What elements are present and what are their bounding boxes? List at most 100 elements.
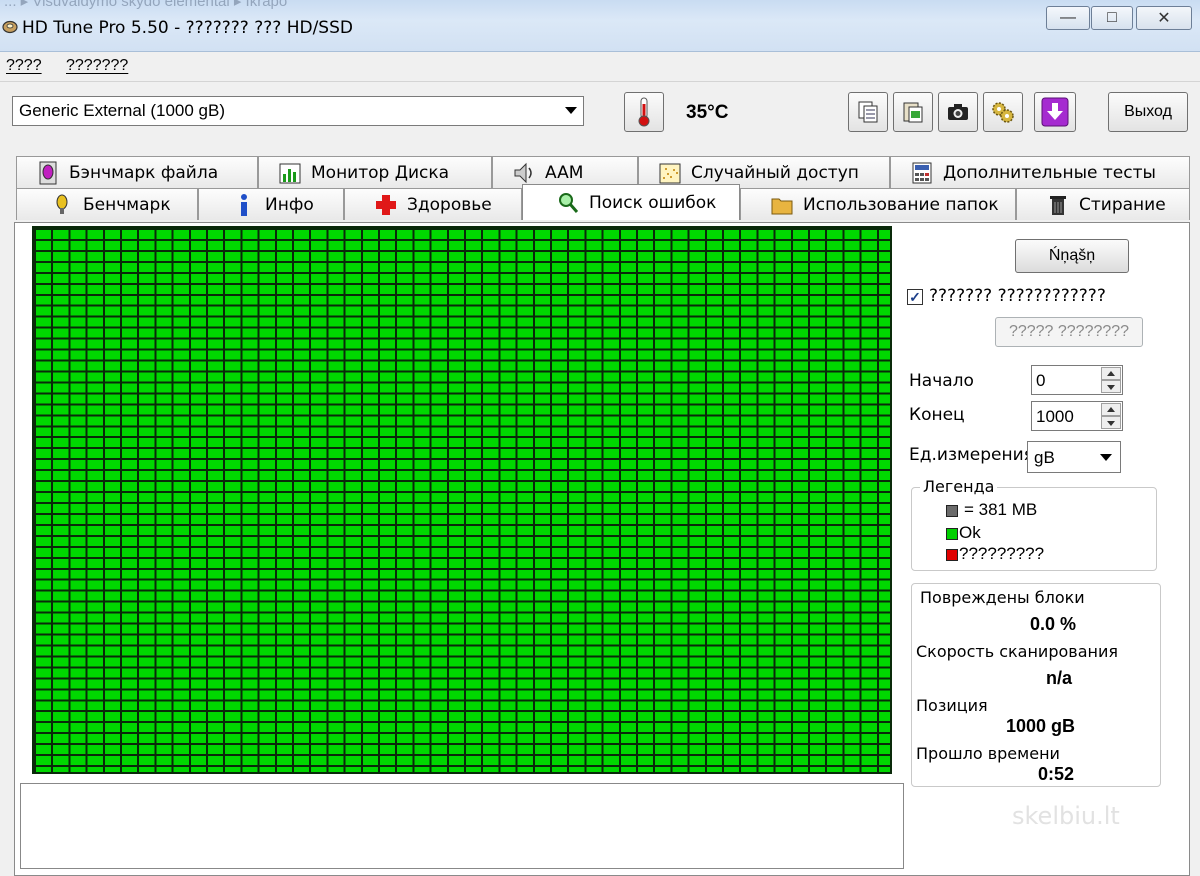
close-button[interactable]: ✕ xyxy=(1136,6,1192,30)
tab-info[interactable]: Инфо xyxy=(198,188,344,220)
health-cross-icon xyxy=(376,194,396,215)
scan-speed-value: n/a xyxy=(1046,668,1073,688)
position-value: 1000 gB xyxy=(1006,716,1076,736)
camera-icon xyxy=(948,104,968,120)
tab-label: Монитор Диска xyxy=(311,162,450,183)
scatter-icon xyxy=(659,163,681,183)
start-label: Начало xyxy=(909,371,974,391)
menu-help[interactable]: ??????? xyxy=(66,57,128,75)
trash-icon xyxy=(1050,195,1066,215)
menu-file[interactable]: ???? xyxy=(6,57,42,75)
legend-item-ok: Ok xyxy=(959,523,981,542)
unit-label: Ед.измерения xyxy=(909,445,1034,465)
file-benchmark-icon xyxy=(39,161,57,184)
copy-icon xyxy=(858,101,878,123)
clipboard-icon xyxy=(903,102,923,123)
tab-row-bottom: Бенчмарк Инфо Здоровье Поиск ошибок Испо… xyxy=(16,184,1190,220)
error-scan-panel: Ńņąšņ ✓ ??????? ???????????? ????? ?????… xyxy=(14,222,1190,876)
screenshot-button[interactable] xyxy=(938,92,978,132)
tab-label: Бенчмарк xyxy=(83,194,171,215)
copy-info-button[interactable] xyxy=(848,92,888,132)
tab-health[interactable]: Здоровье xyxy=(344,188,522,220)
app-icon xyxy=(2,20,18,34)
legend-item-block: = 381 MB xyxy=(964,500,1038,519)
unit-select[interactable]: gB xyxy=(1027,441,1121,473)
tab-error-scan[interactable]: Поиск ошибок xyxy=(522,184,740,220)
options-button[interactable] xyxy=(983,92,1023,132)
copy-all-button[interactable] xyxy=(893,92,933,132)
tab-benchmark[interactable]: Бенчмарк xyxy=(16,188,198,220)
tab-label: Инфо xyxy=(265,194,314,215)
thermometer-icon xyxy=(638,97,650,127)
close-icon: ✕ xyxy=(1157,10,1171,27)
maximize-icon: □ xyxy=(1107,9,1117,26)
position-label: Позиция xyxy=(916,696,988,715)
end-label: Конец xyxy=(909,405,965,425)
drive-select[interactable]: Generic External (1000 gB) xyxy=(12,96,584,126)
log-box[interactable] xyxy=(20,783,904,869)
legend-swatch-block xyxy=(946,505,958,517)
scan-speed-label: Скорость сканирования xyxy=(916,642,1118,661)
tab-erase[interactable]: Стирание xyxy=(1016,188,1190,220)
start-scan-button[interactable]: Ńņąšņ xyxy=(1015,239,1129,273)
spin-up-icon[interactable] xyxy=(1101,403,1121,416)
info-icon xyxy=(241,193,247,216)
minimize-icon: — xyxy=(1060,9,1076,26)
bar-chart-icon xyxy=(279,163,301,183)
tab-label: AAM xyxy=(545,162,584,183)
end-spinner[interactable]: 1000 xyxy=(1031,401,1123,431)
tab-label: Случайный доступ xyxy=(691,162,859,183)
start-spinner[interactable]: 0 xyxy=(1031,365,1123,395)
legend-swatch-ok xyxy=(946,528,958,540)
temperature-button[interactable] xyxy=(624,92,664,132)
minimize-button[interactable]: — xyxy=(1046,6,1090,30)
spin-down-icon[interactable] xyxy=(1101,380,1121,393)
quick-scan-label: ??????? ???????????? xyxy=(929,286,1106,306)
window-title: HD Tune Pro 5.50 - ??????? ??? HD/SSD xyxy=(22,18,353,38)
maximize-button[interactable]: □ xyxy=(1091,6,1133,30)
tab-file-benchmark[interactable]: Бэнчмарк файла xyxy=(16,156,258,188)
exit-button[interactable]: Выход xyxy=(1108,92,1188,132)
main-window: Generic External (1000 gB) 35°C Выход Бэ… xyxy=(0,82,1200,876)
benchmark-icon xyxy=(56,194,68,214)
end-value: 1000 xyxy=(1036,407,1074,426)
start-value: 0 xyxy=(1036,371,1046,390)
damaged-blocks-value: 0.0 % xyxy=(1030,614,1077,634)
calculator-icon xyxy=(912,162,932,183)
magnifier-icon xyxy=(559,192,579,213)
quick-scan-checkbox[interactable]: ✓ xyxy=(907,289,923,305)
save-log-button[interactable]: ????? ???????? xyxy=(995,317,1143,347)
spin-down-icon[interactable] xyxy=(1101,416,1121,429)
tab-label: Дополнительные тесты xyxy=(943,162,1156,183)
tab-label: Поиск ошибок xyxy=(589,192,717,213)
block-map xyxy=(32,226,892,774)
temperature-value: 35°C xyxy=(686,102,729,123)
legend-item-damaged: ????????? xyxy=(959,544,1045,563)
tab-label: Использование папок xyxy=(803,194,999,215)
stats-group: Повреждены блоки 0.0 % Скорость сканиров… xyxy=(911,583,1161,787)
title-bar: ... ▸ Visuvaldymo skydo elementai ▸ Ikra… xyxy=(0,0,1200,52)
unit-value: gB xyxy=(1034,448,1055,467)
elapsed-time-value: 0:52 xyxy=(1038,764,1075,784)
gears-icon xyxy=(992,102,1014,123)
download-arrow-icon xyxy=(1041,97,1069,127)
spin-up-icon[interactable] xyxy=(1101,367,1121,380)
tab-extra-tests[interactable]: Дополнительные тесты xyxy=(890,156,1190,188)
tab-folder-usage[interactable]: Использование папок xyxy=(740,188,1016,220)
tab-label: Здоровье xyxy=(407,194,492,215)
legend-swatch-damaged xyxy=(946,549,958,561)
elapsed-time-label: Прошло времени xyxy=(916,744,1060,763)
tab-label: Стирание xyxy=(1079,194,1166,215)
save-button[interactable] xyxy=(1034,92,1076,132)
legend-group: Легенда = 381 MB Ok ????????? xyxy=(911,477,1157,571)
damaged-blocks-label: Повреждены блоки xyxy=(920,588,1085,607)
menu-bar: ???? ??????? xyxy=(0,52,1200,82)
legend-title: Легенда xyxy=(920,477,998,496)
tab-disk-monitor[interactable]: Монитор Диска xyxy=(258,156,492,188)
background-breadcrumb: ... ▸ Visuvaldymo skydo elementai ▸ Ikra… xyxy=(4,0,288,10)
drive-select-value: Generic External (1000 gB) xyxy=(19,101,225,120)
chevron-down-icon xyxy=(565,107,577,114)
speaker-icon xyxy=(514,162,532,183)
chevron-down-icon xyxy=(1100,454,1112,461)
watermark: skelbiu.lt xyxy=(1012,802,1120,830)
